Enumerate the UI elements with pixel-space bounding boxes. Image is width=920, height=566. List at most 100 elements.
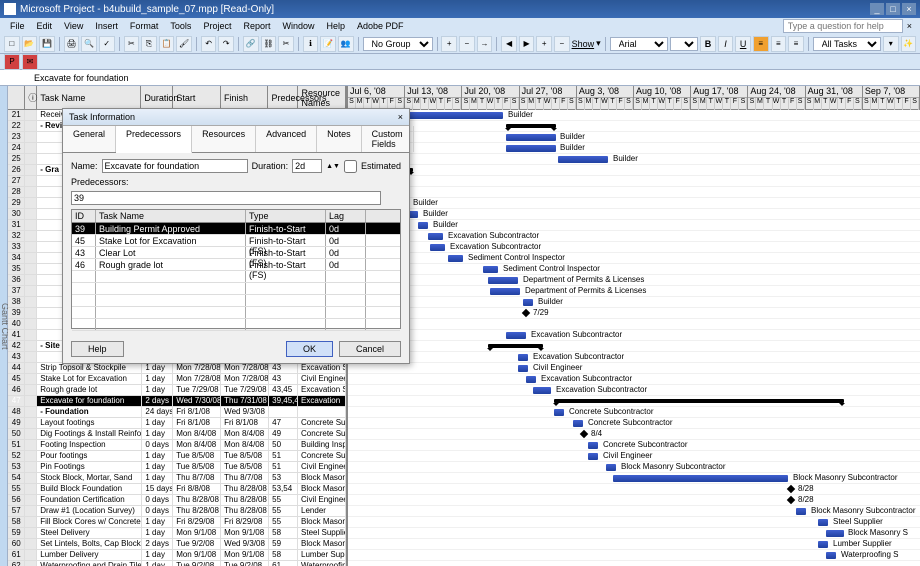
cell-start[interactable]: Mon 8/4/08 bbox=[173, 440, 221, 450]
cell-name[interactable]: Dig Footings & Install Reinforcing bbox=[37, 429, 142, 439]
pred-cell-type[interactable]: Finish-to-Start (FS) bbox=[246, 247, 326, 258]
col-header-id[interactable] bbox=[8, 86, 25, 109]
cell-name[interactable]: Waterproofing and Drain Tile bbox=[37, 561, 142, 566]
dialog-tab-predecessors[interactable]: Predecessors bbox=[116, 126, 192, 153]
cell-duration[interactable]: 1 day bbox=[142, 517, 173, 527]
cell-duration[interactable]: 2 days bbox=[142, 539, 173, 549]
align-left-icon[interactable]: ≡ bbox=[753, 36, 769, 52]
gantt-chart[interactable]: Jul 6, '08SMTWTFSJul 13, '08SMTWTFSJul 2… bbox=[348, 86, 920, 566]
table-row[interactable]: 55Build Block Foundation15 daysFri 8/8/0… bbox=[8, 484, 346, 495]
dialog-tab-advanced[interactable]: Advanced bbox=[256, 126, 317, 152]
save-icon[interactable]: 💾 bbox=[39, 36, 55, 52]
cell-finish[interactable]: Mon 8/4/08 bbox=[221, 429, 269, 439]
pred-cell-id[interactable]: 46 bbox=[72, 259, 96, 270]
cell-finish[interactable]: Thu 8/28/08 bbox=[221, 495, 269, 505]
cell-duration[interactable]: 0 days bbox=[142, 440, 173, 450]
pred-cell-name[interactable]: Rough grade lot bbox=[96, 259, 246, 270]
cell-duration[interactable]: 2 days bbox=[142, 396, 173, 406]
cell-name[interactable]: Fill Block Cores w/ Concrete bbox=[37, 517, 142, 527]
predecessor-row[interactable]: 46Rough grade lotFinish-to-Start (FS)0d bbox=[72, 259, 400, 271]
pred-col-lag[interactable]: Lag bbox=[326, 210, 366, 222]
gantt-task-bar[interactable] bbox=[428, 233, 443, 240]
split-icon[interactable]: ✂ bbox=[278, 36, 294, 52]
print-icon[interactable]: 🖨 bbox=[64, 36, 80, 52]
menu-file[interactable]: File bbox=[4, 20, 31, 32]
maximize-button[interactable]: □ bbox=[886, 3, 900, 15]
zoom-out-icon[interactable]: − bbox=[459, 36, 475, 52]
cell-name[interactable]: Stake Lot for Excavation bbox=[37, 374, 142, 384]
cell-duration[interactable]: 0 days bbox=[142, 495, 173, 505]
pred-cell-id[interactable]: 43 bbox=[72, 247, 96, 258]
align-right-icon[interactable]: ≡ bbox=[788, 36, 804, 52]
ok-button[interactable]: OK bbox=[286, 341, 333, 357]
cell-resource[interactable]: Block Mason bbox=[298, 539, 346, 549]
dialog-tab-notes[interactable]: Notes bbox=[317, 126, 362, 152]
cell-duration[interactable]: 1 day bbox=[142, 374, 173, 384]
pdf-convert-icon[interactable]: P bbox=[4, 54, 20, 70]
pred-cell-type[interactable]: Finish-to-Start (FS) bbox=[246, 223, 326, 234]
gantt-task-bar[interactable] bbox=[418, 222, 428, 229]
cell-predecessors[interactable]: 43,45 bbox=[269, 385, 298, 395]
gantt-task-bar[interactable] bbox=[796, 508, 806, 515]
cell-duration[interactable]: 1 day bbox=[142, 550, 173, 560]
gantt-task-bar[interactable] bbox=[573, 420, 583, 427]
col-header-duration[interactable]: Duration bbox=[141, 86, 173, 109]
cell-start[interactable]: Tue 9/2/08 bbox=[173, 561, 221, 566]
cell-finish[interactable]: Mon 7/28/08 bbox=[221, 363, 269, 373]
cell-name[interactable]: Pour footings bbox=[37, 451, 142, 461]
cell-name[interactable]: Strip Topsoil & Stockpile bbox=[37, 363, 142, 373]
cell-name[interactable]: Build Block Foundation bbox=[37, 484, 142, 494]
cell-predecessors[interactable]: 39,45,43,46 bbox=[269, 396, 298, 406]
cell-start[interactable]: Mon 9/1/08 bbox=[173, 528, 221, 538]
cell-name[interactable]: Layout footings bbox=[37, 418, 142, 428]
predecessor-row-empty[interactable] bbox=[72, 283, 400, 295]
pred-cell-type[interactable]: Finish-to-Start (FS) bbox=[246, 259, 326, 270]
menu-view[interactable]: View bbox=[58, 20, 89, 32]
table-row[interactable]: 60Set Lintels, Bolts, Cap Block2 daysTue… bbox=[8, 539, 346, 550]
cell-finish[interactable]: Fri 8/1/08 bbox=[221, 418, 269, 428]
gantt-task-bar[interactable] bbox=[588, 442, 598, 449]
format-painter-icon[interactable]: 🖌 bbox=[176, 36, 192, 52]
col-header-indicator[interactable]: ⓘ bbox=[25, 86, 37, 109]
gantt-task-bar[interactable] bbox=[490, 288, 520, 295]
pred-cell-name[interactable]: Stake Lot for Excavation bbox=[96, 235, 246, 246]
cell-name[interactable]: Set Lintels, Bolts, Cap Block bbox=[37, 539, 142, 549]
cell-resource[interactable]: Steel Supplie bbox=[298, 528, 346, 538]
pred-cell-id[interactable]: 45 bbox=[72, 235, 96, 246]
cell-finish[interactable]: Tue 9/2/08 bbox=[221, 561, 269, 566]
cell-finish[interactable]: Mon 7/28/08 bbox=[221, 374, 269, 384]
pred-col-id[interactable]: ID bbox=[72, 210, 96, 222]
cell-start[interactable]: Fri 8/1/08 bbox=[173, 407, 221, 417]
cell-predecessors[interactable]: 49 bbox=[269, 429, 298, 439]
cell-resource[interactable]: Excavation S bbox=[298, 385, 346, 395]
cell-duration[interactable]: 1 day bbox=[142, 528, 173, 538]
wizard-icon[interactable]: ✨ bbox=[901, 36, 917, 52]
table-row[interactable]: 50Dig Footings & Install Reinforcing1 da… bbox=[8, 429, 346, 440]
gantt-task-bar[interactable] bbox=[506, 134, 556, 141]
pred-cell-lag[interactable]: 0d bbox=[326, 223, 366, 234]
cell-predecessors[interactable]: 58 bbox=[269, 528, 298, 538]
cell-predecessors[interactable]: 58 bbox=[269, 550, 298, 560]
col-header-name[interactable]: Task Name bbox=[37, 86, 141, 109]
cell-duration[interactable]: 1 day bbox=[142, 363, 173, 373]
pred-cell-lag[interactable]: 0d bbox=[326, 235, 366, 246]
gantt-task-bar[interactable] bbox=[588, 453, 598, 460]
cell-predecessors[interactable]: 43 bbox=[269, 374, 298, 384]
cell-finish[interactable]: Tue 7/29/08 bbox=[221, 385, 269, 395]
cell-name[interactable]: Steel Delivery bbox=[37, 528, 142, 538]
cell-resource[interactable]: Lumber Supp bbox=[298, 550, 346, 560]
table-row[interactable]: 53Pin Footings1 dayTue 8/5/08Tue 8/5/085… bbox=[8, 462, 346, 473]
pred-cell-name[interactable]: Building Permit Approved bbox=[96, 223, 246, 234]
pred-cell-lag[interactable]: 0d bbox=[326, 247, 366, 258]
cell-duration[interactable]: 1 day bbox=[142, 429, 173, 439]
cell-finish[interactable]: Thu 8/7/08 bbox=[221, 473, 269, 483]
show-outline-icon[interactable]: + bbox=[536, 36, 552, 52]
table-row[interactable]: 57Draw #1 (Location Survey)0 daysThu 8/2… bbox=[8, 506, 346, 517]
cell-resource[interactable]: Lender bbox=[298, 506, 346, 516]
gantt-summary-bar[interactable] bbox=[554, 399, 844, 403]
predecessor-row[interactable]: 39Building Permit ApprovedFinish-to-Star… bbox=[72, 223, 400, 235]
cell-finish[interactable]: Wed 9/3/08 bbox=[221, 539, 269, 549]
redo-icon[interactable]: ↷ bbox=[218, 36, 234, 52]
gantt-milestone[interactable] bbox=[787, 496, 795, 504]
font-name-select[interactable]: Arial bbox=[610, 37, 669, 51]
